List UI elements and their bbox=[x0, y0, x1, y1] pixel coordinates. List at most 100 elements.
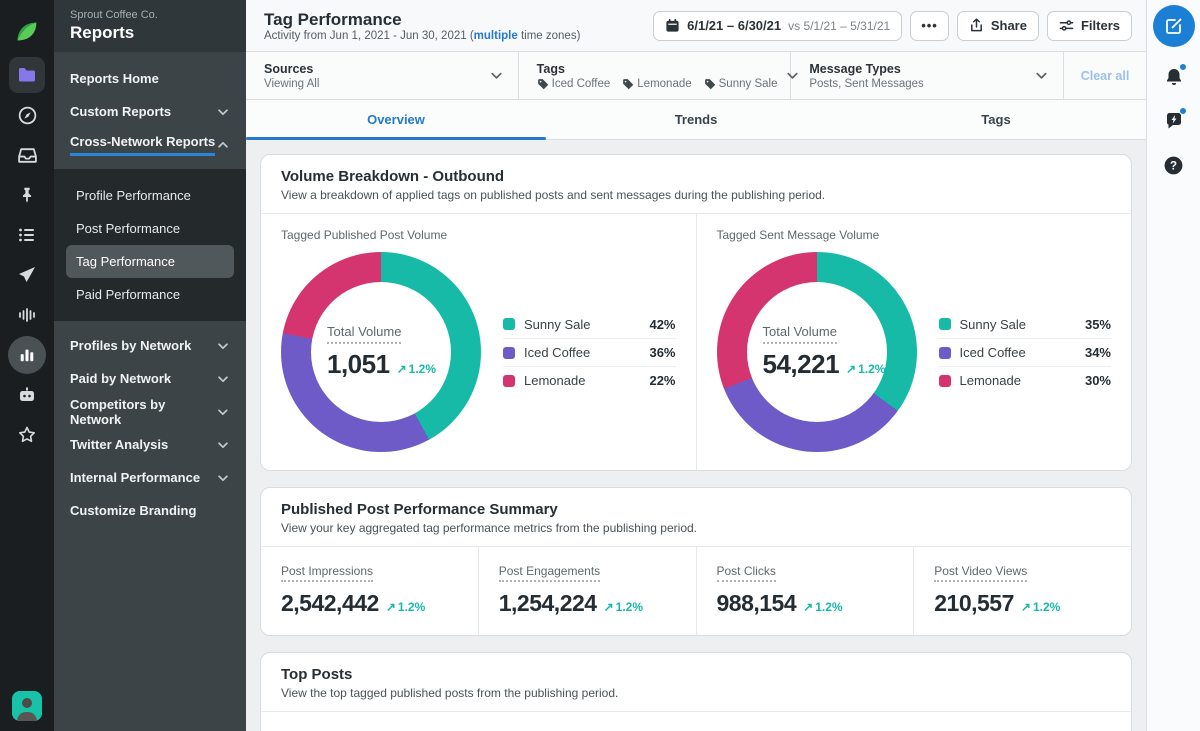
sidebar-section-title: Reports bbox=[70, 23, 135, 42]
chevron-up-icon bbox=[218, 141, 228, 148]
legend-label: Lemonade bbox=[524, 373, 586, 388]
sidebar-item-custom-reports[interactable]: Custom Reports bbox=[54, 95, 246, 128]
paper-plane-icon[interactable] bbox=[0, 255, 54, 295]
quick-actions-button[interactable] bbox=[1164, 107, 1187, 133]
trend-delta: 1.2% bbox=[1021, 600, 1060, 614]
chevron-down-icon bbox=[218, 108, 228, 115]
trend-up-icon bbox=[604, 600, 616, 614]
section-description: View your key aggregated tag performance… bbox=[281, 521, 697, 535]
chevron-down-icon bbox=[218, 375, 228, 382]
clear-all-button[interactable]: Clear all bbox=[1064, 52, 1146, 99]
more-options-button[interactable]: ••• bbox=[910, 10, 949, 41]
notifications-button[interactable] bbox=[1164, 63, 1187, 89]
sidebar-item-reports-home[interactable]: Reports Home bbox=[54, 62, 246, 95]
donut-chart-published-posts[interactable]: Total Volume 1,051 1.2% bbox=[281, 252, 481, 452]
filter-value: Posts, Sent Messages bbox=[809, 77, 924, 90]
tags-filter[interactable]: Tags Iced Coffee Lemonade Sunny Sale bbox=[519, 52, 799, 99]
sprout-logo[interactable] bbox=[0, 9, 54, 55]
sidebar-item-label: Custom Reports bbox=[70, 104, 172, 119]
legend-label: Lemonade bbox=[959, 373, 1021, 388]
tag-icon bbox=[704, 78, 715, 89]
filter-value: Iced Coffee Lemonade Sunny Sale bbox=[537, 78, 786, 90]
metric-label[interactable]: Post Impressions bbox=[281, 564, 374, 582]
pin-icon[interactable] bbox=[0, 175, 54, 215]
chart-title: Tagged Published Post Volume bbox=[281, 228, 448, 242]
tab-trends[interactable]: Trends bbox=[546, 100, 846, 139]
metric-post-clicks: Post Clicks 988,154 1.2% bbox=[697, 547, 915, 635]
star-icon[interactable] bbox=[0, 415, 54, 455]
cross-network-subnav: Profile Performance Post Performance Tag… bbox=[54, 169, 246, 321]
tab-overview[interactable]: Overview bbox=[246, 100, 546, 140]
header-actions: 6/1/21 – 6/30/21 vs 5/1/21 – 5/31/21 •••… bbox=[653, 10, 1132, 41]
compose-button[interactable] bbox=[1152, 5, 1195, 47]
sidebar-item-cross-network-reports[interactable]: Cross-Network Reports bbox=[54, 128, 246, 161]
inbox-icon[interactable] bbox=[0, 135, 54, 175]
published-post-volume-chart: Tagged Published Post Volume Total Volum… bbox=[261, 214, 697, 470]
tag-chip-label: Sunny Sale bbox=[718, 77, 778, 90]
chart-legend: Sunny Sale 35% Iced Coffee 34% Lemonade 30% bbox=[938, 310, 1111, 394]
sidebar-item-paid-performance[interactable]: Paid Performance bbox=[66, 278, 234, 311]
compass-icon[interactable] bbox=[0, 95, 54, 135]
date-range-button[interactable]: 6/1/21 – 6/30/21 vs 5/1/21 – 5/31/21 bbox=[653, 10, 903, 41]
sidebar-item-paid-by-network[interactable]: Paid by Network bbox=[54, 362, 246, 395]
sidebar-header: Sprout Coffee Co. Reports bbox=[54, 0, 246, 52]
metric-label[interactable]: Post Clicks bbox=[716, 564, 776, 582]
trend-up-icon bbox=[386, 600, 398, 614]
tab-tags[interactable]: Tags bbox=[846, 100, 1146, 139]
user-avatar[interactable] bbox=[12, 691, 42, 721]
filters-button[interactable]: Filters bbox=[1046, 10, 1132, 41]
donut-center-label: Total Volume bbox=[762, 324, 837, 344]
sent-message-volume-chart: Tagged Sent Message Volume Total Volume … bbox=[697, 214, 1132, 470]
message-types-filter[interactable]: Message Types Posts, Sent Messages bbox=[791, 52, 1065, 99]
metric-label[interactable]: Post Engagements bbox=[498, 564, 601, 582]
delta-value: 1.2% bbox=[1032, 600, 1061, 614]
chevron-down-icon bbox=[218, 441, 228, 448]
right-utility-rail: ? bbox=[1146, 0, 1200, 731]
reports-folder-rail-item[interactable] bbox=[0, 55, 54, 95]
bot-icon[interactable] bbox=[0, 375, 54, 415]
legend-swatch bbox=[503, 318, 515, 330]
legend-row: Iced Coffee 34% bbox=[938, 338, 1111, 366]
sidebar-item-internal-performance[interactable]: Internal Performance bbox=[54, 461, 246, 494]
audio-waves-icon[interactable] bbox=[0, 295, 54, 335]
account-name: Sprout Coffee Co. bbox=[70, 9, 158, 21]
metric-label[interactable]: Post Video Views bbox=[934, 564, 1028, 582]
help-button[interactable]: ? bbox=[1163, 153, 1184, 177]
sources-filter[interactable]: Sources Viewing All bbox=[246, 52, 519, 99]
sidebar-item-profile-performance[interactable]: Profile Performance bbox=[66, 179, 234, 212]
filters-label: Filters bbox=[1080, 18, 1120, 33]
share-button[interactable]: Share bbox=[956, 10, 1039, 41]
trend-delta: 1.2% bbox=[397, 362, 436, 376]
sidebar-item-tag-performance[interactable]: Tag Performance bbox=[66, 245, 234, 278]
legend-percent: 22% bbox=[649, 373, 676, 388]
sidebar-item-label: Reports Home bbox=[70, 71, 159, 86]
chart-title: Tagged Sent Message Volume bbox=[716, 228, 880, 242]
reports-rail-item-active[interactable] bbox=[0, 335, 54, 375]
main-area: Tag Performance Activity from Jun 1, 202… bbox=[246, 0, 1146, 731]
section-title: Volume Breakdown - Outbound bbox=[281, 168, 505, 185]
multiple-timezones-link[interactable]: multiple bbox=[474, 30, 518, 42]
tags-filter-text: Tags Iced Coffee Lemonade Sunny Sale bbox=[537, 62, 786, 90]
feeds-list-icon[interactable] bbox=[0, 215, 54, 255]
chevron-down-icon bbox=[218, 474, 228, 481]
top-posts-body bbox=[261, 712, 1131, 731]
sidebar-secondary-nav: Profiles by Network Paid by Network Comp… bbox=[54, 321, 246, 527]
delta-value: 1.2% bbox=[615, 600, 643, 614]
trend-delta: 1.2% bbox=[386, 600, 425, 614]
sidebar-item-twitter-analysis[interactable]: Twitter Analysis bbox=[54, 428, 246, 461]
sidebar-item-profiles-by-network[interactable]: Profiles by Network bbox=[54, 329, 246, 362]
sidebar-item-label: Profile Performance bbox=[76, 188, 191, 203]
report-header: Tag Performance Activity from Jun 1, 202… bbox=[246, 0, 1146, 52]
donut-chart-sent-messages[interactable]: Total Volume 54,221 1.2% bbox=[716, 252, 917, 452]
sidebar-item-post-performance[interactable]: Post Performance bbox=[66, 212, 234, 245]
volume-breakdown-header: Volume Breakdown - Outbound View a break… bbox=[261, 155, 1131, 214]
section-title: Published Post Performance Summary bbox=[281, 501, 558, 518]
sidebar-item-competitors-by-network[interactable]: Competitors by Network bbox=[54, 395, 246, 428]
sidebar-item-customize-branding[interactable]: Customize Branding bbox=[54, 494, 246, 527]
delta-value: 1.2% bbox=[815, 600, 843, 614]
sidebar-item-label: Paid by Network bbox=[70, 371, 172, 386]
top-posts-card: Top Posts View the top tagged published … bbox=[260, 652, 1132, 731]
tag-chip-label: Iced Coffee bbox=[551, 77, 611, 90]
trend-up-icon bbox=[397, 362, 409, 376]
delta-value: 1.2% bbox=[408, 362, 436, 376]
